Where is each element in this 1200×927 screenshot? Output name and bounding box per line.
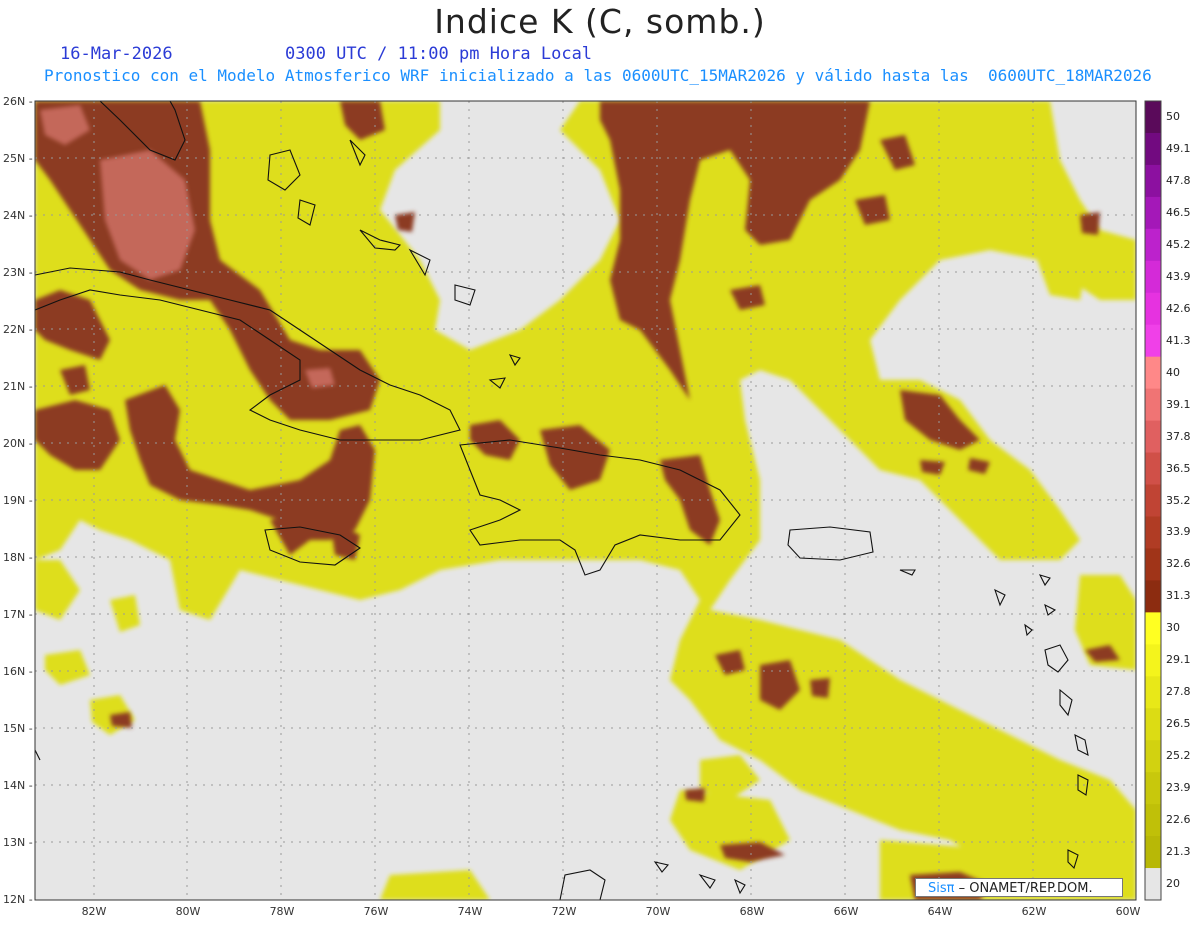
colorbar-swatch [1145,260,1161,294]
longitude-label: 72W [551,905,577,918]
colorbar-swatch [1145,708,1161,741]
longitude-label: 80W [175,905,201,918]
colorbar-swatch [1145,740,1161,773]
latitude-label: 24N - [3,209,33,222]
longitude-label: 68W [739,905,765,918]
colorbar-label: 39.1 [1166,397,1191,411]
colorbar-swatch [1145,132,1161,166]
latitude-label: 23N - [3,266,33,279]
colorbar-label: 23.9 [1166,781,1191,795]
colorbar-label: 47.8 [1166,173,1191,187]
longitude-label: 74W [457,905,483,918]
longitude-label: 70W [645,905,671,918]
colorbar-swatch [1145,484,1161,517]
colorbar-label: 33.9 [1166,525,1191,539]
latitude-label: 14N - [3,779,33,792]
colorbar-label: 43.9 [1166,269,1191,283]
colorbar-label: 20 [1166,877,1180,891]
colorbar-swatch [1145,548,1161,581]
colorbar-swatch [1145,356,1161,390]
latitude-label: 25N - [3,152,33,165]
forecast-description: Pronostico con el Modelo Atmosferico WRF… [44,66,1152,85]
colorbar-label: 22.6 [1166,813,1191,827]
latitude-label: 21N - [3,380,33,393]
colorbar-swatch [1145,676,1161,709]
colorbar-swatch [1145,324,1161,358]
colorbar-label: 30 [1166,621,1180,635]
colorbar-label: 40 [1166,365,1180,379]
latitude-label: 22N - [3,323,33,336]
colorbar-label: 27.8 [1166,685,1191,699]
colorbar-swatch [1145,772,1161,805]
colorbar-label: 26.5 [1166,717,1191,731]
colorbar-swatch [1145,644,1161,677]
map-title: Indice K (C, somb.) [434,2,766,41]
colorbar-label: 45.2 [1166,237,1191,251]
colorbar-swatch [1145,388,1161,422]
colorbar-swatch [1145,228,1161,262]
latitude-label: 19N - [3,494,33,507]
colorbar-label: 21.3 [1166,845,1191,859]
colorbar-label: 50 [1166,109,1180,123]
forecast-time: 0300 UTC / 11:00 pm Hora Local [285,44,593,64]
colorbar-swatch [1145,196,1161,230]
longitude-label: 78W [269,905,295,918]
colorbar-label: 36.5 [1166,461,1191,475]
colorbar-swatch [1145,292,1161,326]
colorbar-swatch [1145,452,1161,486]
colorbar-label: 29.1 [1166,653,1191,667]
longitude-label: 62W [1021,905,1047,918]
colorbar-swatch [1145,580,1161,613]
colorbar-swatch [1145,868,1161,901]
colorbar-label: 49.1 [1166,141,1191,155]
longitude-label: 82W [81,905,107,918]
colorbar-label: 37.8 [1166,429,1191,443]
colorbar-label: 42.6 [1166,301,1191,315]
colorbar-label: 35.2 [1166,493,1191,507]
k-index-map [34,100,1162,901]
colorbar-swatch [1145,836,1161,869]
colorbar-label: 41.3 [1166,333,1191,347]
latitude-label: 20N - [3,437,33,450]
latitude-label: 16N - [3,665,33,678]
colorbar-swatch [1145,612,1161,645]
colorbar-label: 25.2 [1166,749,1191,763]
latitude-label: 13N - [3,836,33,849]
latitude-label: 18N - [3,551,33,564]
longitude-label: 60W [1115,905,1141,918]
credit-brand: Sisπ [928,881,955,896]
latitude-label: 17N - [3,608,33,621]
colorbar-swatch [1145,101,1161,134]
colorbar-label: 32.6 [1166,557,1191,571]
longitude-label: 76W [363,905,389,918]
longitude-label: 64W [927,905,953,918]
colorbar-label: 31.3 [1166,589,1191,603]
latitude-label: 15N - [3,722,33,735]
latitude-label: 26N - [3,95,33,108]
colorbar-swatch [1145,164,1161,198]
colorbar-swatch [1145,516,1161,549]
colorbar-label: 46.5 [1166,205,1191,219]
longitude-label: 66W [833,905,859,918]
latitude-label: 12N - [3,893,33,906]
colorbar-swatch [1145,420,1161,454]
colorbar [1144,100,1162,901]
credit-box: Sisπ – ONAMET/REP.DOM. [915,878,1123,897]
forecast-date: 16-Mar-2026 [60,44,173,64]
colorbar-swatch [1145,804,1161,837]
credit-org: – ONAMET/REP.DOM. [954,881,1093,896]
